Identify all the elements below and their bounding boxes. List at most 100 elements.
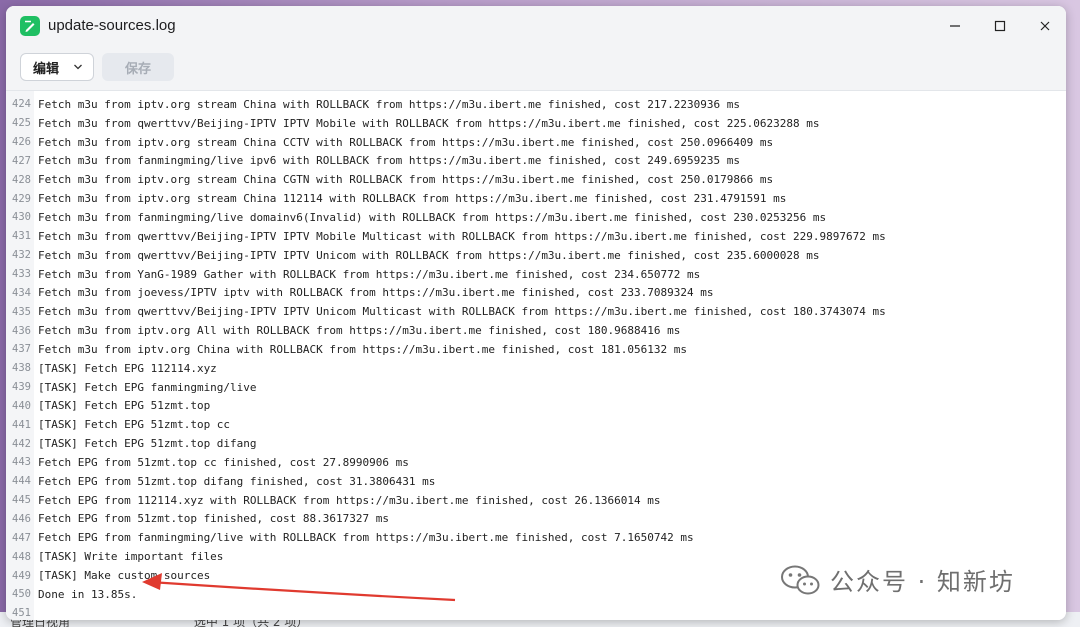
line-number: 424 — [12, 98, 31, 111]
line-number: 450 — [12, 588, 31, 601]
watermark-text: 公众号 · 知新坊 — [830, 568, 1015, 596]
log-line: 436 Fetch m3u from iptv.org All with ROLL… — [6, 321, 1066, 340]
close-icon — [1040, 21, 1050, 31]
log-line: 431 Fetch m3u from qwerttvv/Beijing-IPTV … — [6, 227, 1066, 246]
line-number: 425 — [12, 117, 31, 130]
line-text: Fetch m3u from fanmingming/live domainv6… — [38, 210, 827, 224]
toolbar: 编辑 保存 — [6, 46, 1066, 90]
line-number: 441 — [12, 418, 31, 431]
log-line: 451 — [6, 604, 1066, 620]
line-number: 436 — [12, 324, 31, 337]
log-viewer-window: update-sources.log 编辑 保存 424 Fetch m3u fr… — [6, 6, 1066, 620]
log-line: 426 Fetch m3u from iptv.org stream China … — [6, 133, 1066, 152]
title-bar[interactable]: update-sources.log — [6, 6, 1066, 46]
log-line: 424 Fetch m3u from iptv.org stream China … — [6, 95, 1066, 114]
line-text: [TASK] Write important files — [38, 550, 224, 564]
line-text: Fetch EPG from 51zmt.top difang finished… — [38, 474, 436, 488]
line-text: Fetch m3u from qwerttvv/Beijing-IPTV IPT… — [38, 229, 886, 243]
line-text: Fetch m3u from qwerttvv/Beijing-IPTV IPT… — [38, 305, 886, 319]
log-line: 446 Fetch EPG from 51zmt.top finished, co… — [6, 510, 1066, 529]
log-line: 435 Fetch m3u from qwerttvv/Beijing-IPTV … — [6, 302, 1066, 321]
line-number: 428 — [12, 173, 31, 186]
line-number: 442 — [12, 437, 31, 450]
maximize-button[interactable] — [985, 14, 1015, 38]
save-button[interactable]: 保存 — [102, 53, 174, 81]
log-line: 434 Fetch m3u from joevess/IPTV iptv with… — [6, 283, 1066, 302]
line-number: 443 — [12, 456, 31, 469]
line-number: 431 — [12, 230, 31, 243]
minimize-icon — [950, 25, 960, 27]
line-text: [TASK] Fetch EPG 51zmt.top cc — [38, 418, 231, 432]
log-line: 432 Fetch m3u from qwerttvv/Beijing-IPTV … — [6, 246, 1066, 265]
log-line: 443 Fetch EPG from 51zmt.top cc finished,… — [6, 453, 1066, 472]
log-line: 427 Fetch m3u from fanmingming/live ipv6 … — [6, 152, 1066, 171]
log-line: 429 Fetch m3u from iptv.org stream China … — [6, 189, 1066, 208]
line-number: 448 — [12, 550, 31, 563]
line-number: 440 — [12, 399, 31, 412]
line-text: Fetch m3u from joevess/IPTV iptv with RO… — [38, 286, 714, 300]
close-button[interactable] — [1030, 14, 1060, 38]
log-line: 433 Fetch m3u from YanG-1989 Gather with … — [6, 265, 1066, 284]
log-line: 445 Fetch EPG from 112114.xyz with ROLLBA… — [6, 491, 1066, 510]
line-number: 438 — [12, 362, 31, 375]
notepad-app-icon — [20, 16, 40, 36]
line-number: 451 — [12, 607, 31, 620]
line-text: Fetch m3u from iptv.org stream China wit… — [38, 97, 740, 111]
line-number: 434 — [12, 286, 31, 299]
line-number: 433 — [12, 268, 31, 281]
log-line: 428 Fetch m3u from iptv.org stream China … — [6, 170, 1066, 189]
line-text: Fetch m3u from qwerttvv/Beijing-IPTV IPT… — [38, 248, 820, 262]
window-title: update-sources.log — [48, 17, 176, 34]
line-text: [TASK] Fetch EPG 51zmt.top — [38, 399, 211, 413]
line-text: Fetch EPG from 51zmt.top cc finished, co… — [38, 455, 409, 469]
log-line: 425 Fetch m3u from qwerttvv/Beijing-IPTV … — [6, 114, 1066, 133]
wechat-icon — [781, 565, 820, 594]
line-text: Fetch m3u from YanG-1989 Gather with ROL… — [38, 267, 701, 281]
line-text: Fetch m3u from qwerttvv/Beijing-IPTV IPT… — [38, 116, 820, 130]
log-line: 441 [TASK] Fetch EPG 51zmt.top cc — [6, 415, 1066, 434]
line-text: Fetch EPG from 51zmt.top finished, cost … — [38, 512, 389, 526]
line-number: 432 — [12, 249, 31, 262]
log-line: 439 [TASK] Fetch EPG fanmingming/live — [6, 378, 1066, 397]
line-text: Fetch m3u from fanmingming/live ipv6 wit… — [38, 154, 740, 168]
line-text: Fetch m3u from iptv.org All with ROLLBAC… — [38, 324, 681, 338]
log-line: 430 Fetch m3u from fanmingming/live domai… — [6, 208, 1066, 227]
line-text: Fetch m3u from iptv.org China with ROLLB… — [38, 342, 688, 356]
log-lines: 424 Fetch m3u from iptv.org stream China … — [6, 95, 1066, 620]
edit-dropdown-button[interactable]: 编辑 — [20, 53, 94, 81]
line-number: 435 — [12, 305, 31, 318]
log-line: 440 [TASK] Fetch EPG 51zmt.top — [6, 397, 1066, 416]
line-text: [TASK] Fetch EPG 112114.xyz — [38, 361, 217, 375]
line-text: Done in 13.85s. — [38, 587, 138, 601]
line-number: 429 — [12, 192, 31, 205]
line-number: 439 — [12, 381, 31, 394]
line-number: 427 — [12, 154, 31, 167]
log-line: 447 Fetch EPG from fanmingming/live with … — [6, 528, 1066, 547]
line-number: 449 — [12, 569, 31, 582]
line-number: 446 — [12, 512, 31, 525]
line-text: Fetch m3u from iptv.org stream China CGT… — [38, 173, 774, 187]
log-line: 444 Fetch EPG from 51zmt.top difang finis… — [6, 472, 1066, 491]
maximize-icon — [994, 20, 1006, 32]
line-text: Fetch m3u from iptv.org stream China CCT… — [38, 135, 774, 149]
watermark: 公众号 · 知新坊 — [780, 562, 1015, 597]
chevron-down-icon — [74, 64, 82, 70]
log-line: 438 [TASK] Fetch EPG 112114.xyz — [6, 359, 1066, 378]
minimize-button[interactable] — [940, 14, 970, 38]
line-text: [TASK] Fetch EPG fanmingming/live — [38, 380, 257, 394]
line-number: 426 — [12, 136, 31, 149]
line-text: [TASK] Fetch EPG 51zmt.top difang — [38, 437, 257, 451]
log-text-area[interactable]: 424 Fetch m3u from iptv.org stream China … — [6, 90, 1066, 620]
line-text: Fetch m3u from iptv.org stream China 112… — [38, 192, 787, 206]
line-number: 445 — [12, 494, 31, 507]
log-line: 442 [TASK] Fetch EPG 51zmt.top difang — [6, 434, 1066, 453]
line-number: 437 — [12, 343, 31, 356]
edit-button-label: 编辑 — [33, 61, 60, 77]
line-number: 447 — [12, 531, 31, 544]
line-text: Fetch EPG from fanmingming/live with ROL… — [38, 531, 694, 545]
line-number: 430 — [12, 211, 31, 224]
log-line: 437 Fetch m3u from iptv.org China with RO… — [6, 340, 1066, 359]
line-text: Fetch EPG from 112114.xyz with ROLLBACK … — [38, 493, 661, 507]
line-text: [TASK] Make custom sources — [38, 569, 211, 583]
line-number: 444 — [12, 475, 31, 488]
